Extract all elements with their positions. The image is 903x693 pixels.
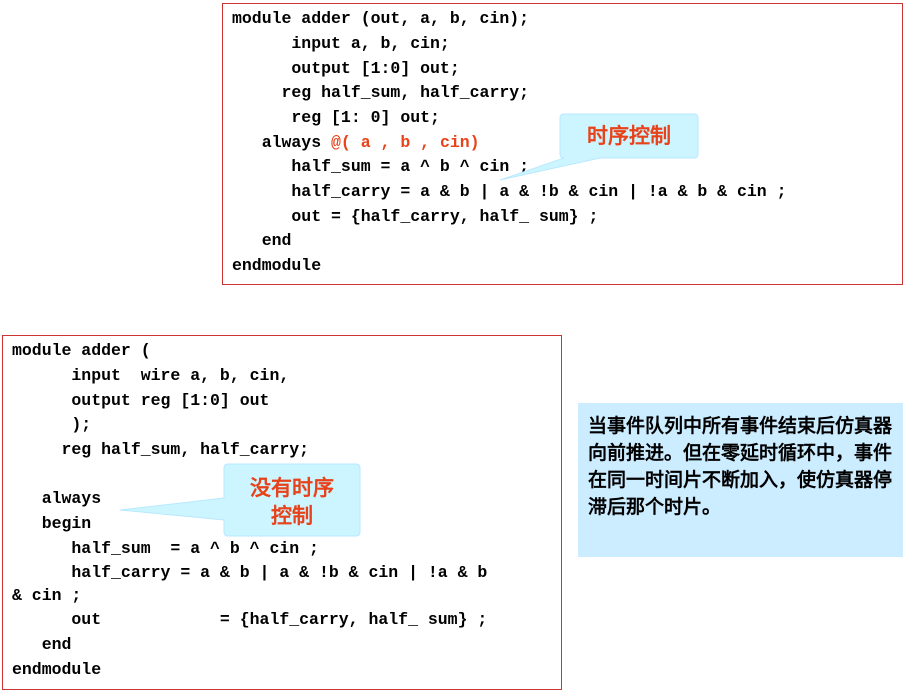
code-line: & cin ;	[12, 586, 82, 605]
code-line: end	[232, 231, 292, 250]
always-keyword: always	[232, 133, 332, 152]
code-line: reg [1: 0] out;	[232, 108, 440, 127]
code-line: half_sum = a ^ b ^ cin ;	[12, 539, 319, 558]
bottom-callout-text: 没有时序 控制	[250, 475, 334, 528]
code-line: always	[12, 489, 102, 508]
code-line: output [1:0] out;	[232, 59, 460, 78]
code-line: input a, b, cin;	[232, 34, 450, 53]
code-line: reg half_sum, half_carry;	[232, 83, 530, 102]
code-line: begin	[12, 514, 92, 533]
code-line: end	[12, 635, 72, 654]
code-line: out = {half_carry, half_ sum} ;	[12, 610, 488, 629]
code-line: );	[12, 415, 92, 434]
code-line: input wire a, b, cin,	[12, 366, 290, 385]
explanation-note: 当事件队列中所有事件结束后仿真器向前推进。但在零延时循环中，事件在同一时间片不断…	[578, 403, 903, 557]
code-line: module adder (out, a, b, cin);	[232, 9, 530, 28]
top-callout-text: 时序控制	[587, 123, 671, 148]
code-line: out = {half_carry, half_ sum} ;	[232, 207, 599, 226]
code-line: module adder (	[12, 341, 151, 360]
code-line: half_carry = a & b | a & !b & cin | !a &…	[12, 563, 488, 582]
explanation-note-text: 当事件队列中所有事件结束后仿真器向前推进。但在零延时循环中，事件在同一时间片不断…	[588, 415, 893, 518]
code-line: endmodule	[12, 660, 102, 679]
code-line: reg half_sum, half_carry;	[12, 440, 310, 459]
code-line: output reg [1:0] out	[12, 391, 270, 410]
code-line: endmodule	[232, 256, 322, 275]
